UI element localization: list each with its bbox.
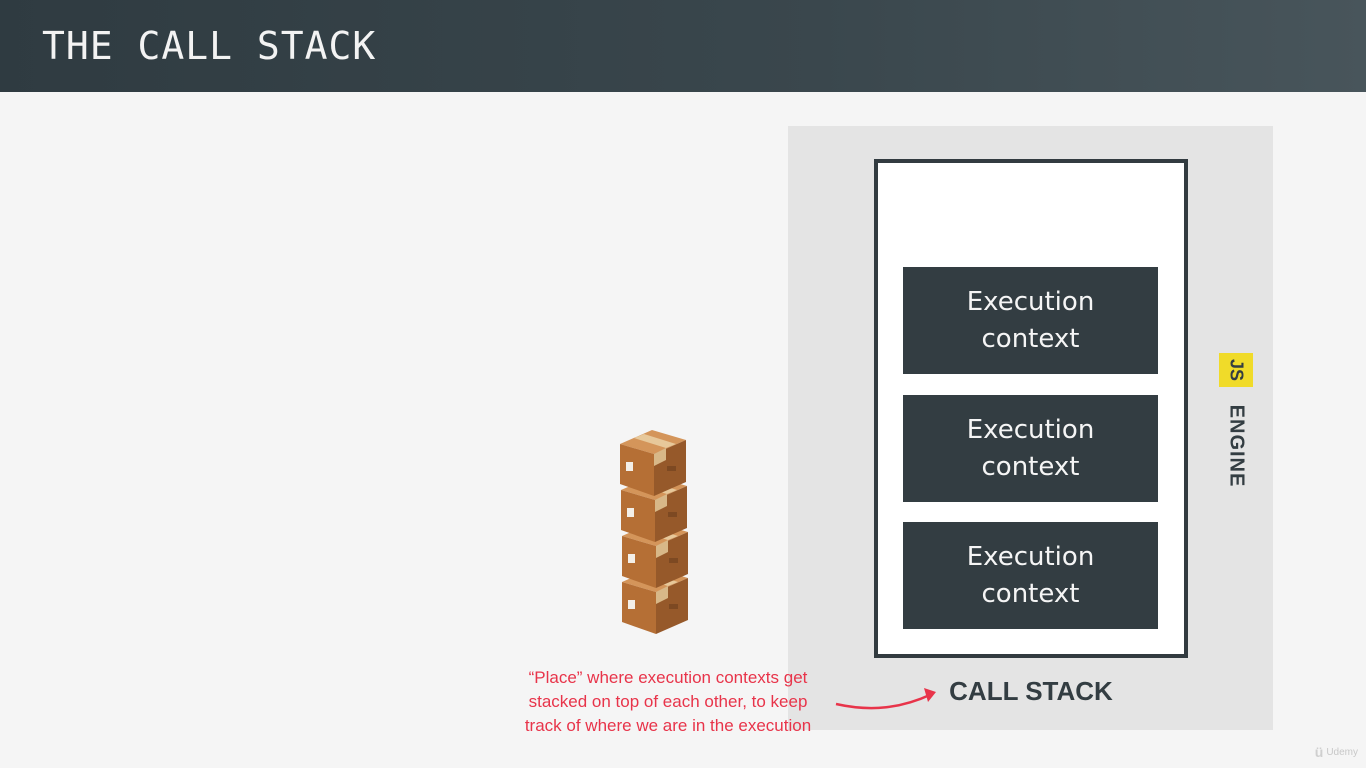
annotation-line3: track of where we are in the execution bbox=[524, 716, 812, 735]
annotation-arrow-icon bbox=[835, 688, 936, 710]
execution-context-block: Execution context bbox=[903, 395, 1158, 502]
udemy-logo-icon: ü bbox=[1314, 744, 1324, 760]
js-logo-badge: JS bbox=[1219, 353, 1253, 387]
call-stack-annotation: “Place” where execution contexts get sta… bbox=[502, 666, 834, 738]
execution-context-line1: Execution bbox=[966, 414, 1095, 445]
cardboard-box-icon bbox=[620, 430, 686, 496]
execution-context-block: Execution context bbox=[903, 267, 1158, 374]
execution-context-block: Execution context bbox=[903, 522, 1158, 629]
execution-context-line2: context bbox=[981, 323, 1080, 354]
slide-title: THE CALL STACK bbox=[42, 24, 377, 68]
execution-context-line2: context bbox=[981, 578, 1080, 609]
watermark-text: Udemy bbox=[1326, 746, 1358, 758]
js-badge-text: JS bbox=[1226, 358, 1247, 382]
execution-context-line2: context bbox=[981, 451, 1080, 482]
header-bar: THE CALL STACK bbox=[0, 0, 1366, 92]
annotation-line1: “Place” where execution contexts get bbox=[528, 668, 808, 687]
call-stack-label: CALL STACK bbox=[949, 676, 1113, 706]
slide: THE CALL STACK Execution context Executi… bbox=[0, 0, 1366, 768]
engine-label: ENGINE bbox=[1225, 404, 1248, 488]
stacked-boxes-icon bbox=[620, 430, 688, 634]
execution-context-line1: Execution bbox=[966, 286, 1095, 317]
udemy-watermark: ü Udemy bbox=[1315, 744, 1358, 760]
annotation-line2: stacked on top of each other, to keep bbox=[528, 692, 808, 711]
execution-context-line1: Execution bbox=[966, 541, 1095, 572]
